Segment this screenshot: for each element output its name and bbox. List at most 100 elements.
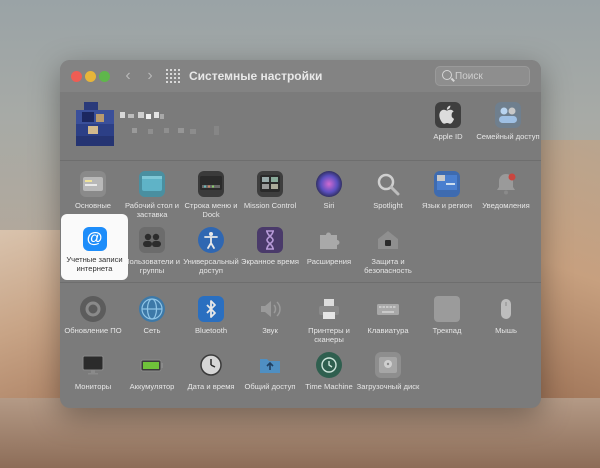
sharing-icon [257,352,283,378]
family-sharing-icon [495,102,521,128]
time-machine-icon [316,352,342,378]
pref-label: Мониторы [74,382,112,391]
account-section: Apple ID Семейный доступ [60,92,541,160]
search-input[interactable] [455,69,525,84]
pref-software-update[interactable]: Обновление ПО [61,296,125,335]
accessibility-icon [198,227,224,253]
software-update-icon [80,296,106,322]
pref-dock[interactable]: Строка меню и Dock [179,171,243,219]
zoom-button[interactable] [99,71,110,82]
title-bar: ‹ › Системные настройки [60,60,541,92]
pref-bluetooth[interactable]: Bluetooth [179,296,243,335]
pref-date-time[interactable]: Дата и время [179,352,243,391]
keyboard-icon [375,296,401,322]
pref-battery[interactable]: Аккумулятор [120,352,184,391]
pref-startup-disk[interactable]: Загрузочный диск [356,352,420,391]
pref-label: Рабочий стол и заставка [124,201,180,219]
pref-label: Расширения [306,257,352,266]
pref-siri[interactable]: Siri [297,171,361,210]
pref-notifications[interactable]: Уведомления [474,171,538,210]
pref-label: Трекпад [432,326,462,335]
pref-label: Язык и регион [421,201,473,210]
pref-time-machine[interactable]: Time Machine [297,352,361,391]
general-icon [80,171,106,197]
mouse-icon [493,296,519,322]
pref-security[interactable]: Защита и безопасность [356,227,420,275]
screen-time-icon [257,227,283,253]
pref-label: Пользователи и группы [124,257,180,275]
pref-spotlight[interactable]: Spotlight [356,171,420,210]
pref-users-groups[interactable]: Пользователи и группы [120,227,184,275]
pref-apple-id[interactable]: Apple ID [416,102,480,141]
bluetooth-icon [198,296,224,322]
security-icon [375,227,401,253]
spotlight-icon [375,171,401,197]
pref-extensions[interactable]: Расширения [297,227,361,266]
pref-label: Учетные записи интернета [66,255,123,273]
pref-keyboard[interactable]: Клавиатура [356,296,420,335]
pref-label: Универсальный доступ [183,257,239,275]
pref-sound[interactable]: Звук [238,296,302,335]
language-icon [434,171,460,197]
apple-id-icon [435,102,461,128]
wallpaper-ground [0,398,600,468]
pref-label: Time Machine [305,382,353,391]
pref-label: Уведомления [482,201,530,210]
pref-label: Основные [74,201,112,210]
pref-mouse[interactable]: Мышь [474,296,538,335]
apple-id-label: Apple ID [433,132,463,141]
pref-network[interactable]: Сеть [120,296,184,335]
show-all-grid-icon[interactable] [166,69,180,83]
pref-trackpad[interactable]: Трекпад [415,296,479,335]
displays-icon [80,352,106,378]
pref-displays[interactable]: Мониторы [61,352,125,391]
pref-accessibility[interactable]: Универсальный доступ [179,227,243,275]
at-sign-icon: @ [82,227,107,251]
pref-mission-control[interactable]: Mission Control [238,171,302,210]
battery-icon [139,352,165,378]
pref-label: Принтеры и сканеры [308,326,350,344]
pref-label: Аккумулятор [129,382,175,391]
pref-screen-time[interactable]: Экранное время [238,227,302,266]
pref-language[interactable]: Язык и регион [415,171,479,210]
pref-label: Строка меню и Dock [184,201,238,219]
close-button[interactable] [71,71,82,82]
pref-label: Общий доступ [244,382,296,391]
forward-button[interactable]: › [142,67,158,85]
network-icon [139,296,165,322]
notifications-icon [493,171,519,197]
family-sharing-label: Семейный доступ [476,132,540,141]
dock-icon [198,171,224,197]
back-button[interactable]: ‹ [120,67,136,85]
system-preferences-window: ‹ › Системные настройки Поиск Apple ID С… [60,60,541,408]
pref-label: Дата и время [187,382,235,391]
pref-label: Обновление ПО [64,326,122,335]
sound-icon [257,296,283,322]
users-icon [139,227,165,253]
minimize-button[interactable] [85,71,96,82]
pref-internet-accounts[interactable]: @ Учетные записи интернета [61,214,128,280]
search-field[interactable] [435,66,530,86]
pref-label: Mission Control [243,201,297,210]
pref-printers[interactable]: Принтеры и сканеры [297,296,361,344]
pref-label: Экранное время [241,257,299,266]
divider [60,282,541,283]
mission-control-icon [257,171,283,197]
avatar[interactable] [76,102,114,146]
window-title: Системные настройки [189,69,323,83]
pref-family-sharing[interactable]: Семейный доступ [476,102,540,141]
pref-label: Защита и безопасность [364,257,412,275]
desktop-icon [139,171,165,197]
extensions-icon [316,227,342,253]
user-name-pixelated [120,112,260,138]
search-icon [442,70,452,80]
pref-desktop[interactable]: Рабочий стол и заставка [120,171,184,219]
pref-label: Загрузочный диск [356,382,420,391]
clock-icon [198,352,224,378]
printer-icon [316,296,342,322]
pref-sharing[interactable]: Общий доступ [238,352,302,391]
pref-label: Сеть [143,326,161,335]
pref-general[interactable]: Основные [61,171,125,210]
pref-label: Spotlight [373,201,403,210]
pref-label: Клавиатура [367,326,409,335]
